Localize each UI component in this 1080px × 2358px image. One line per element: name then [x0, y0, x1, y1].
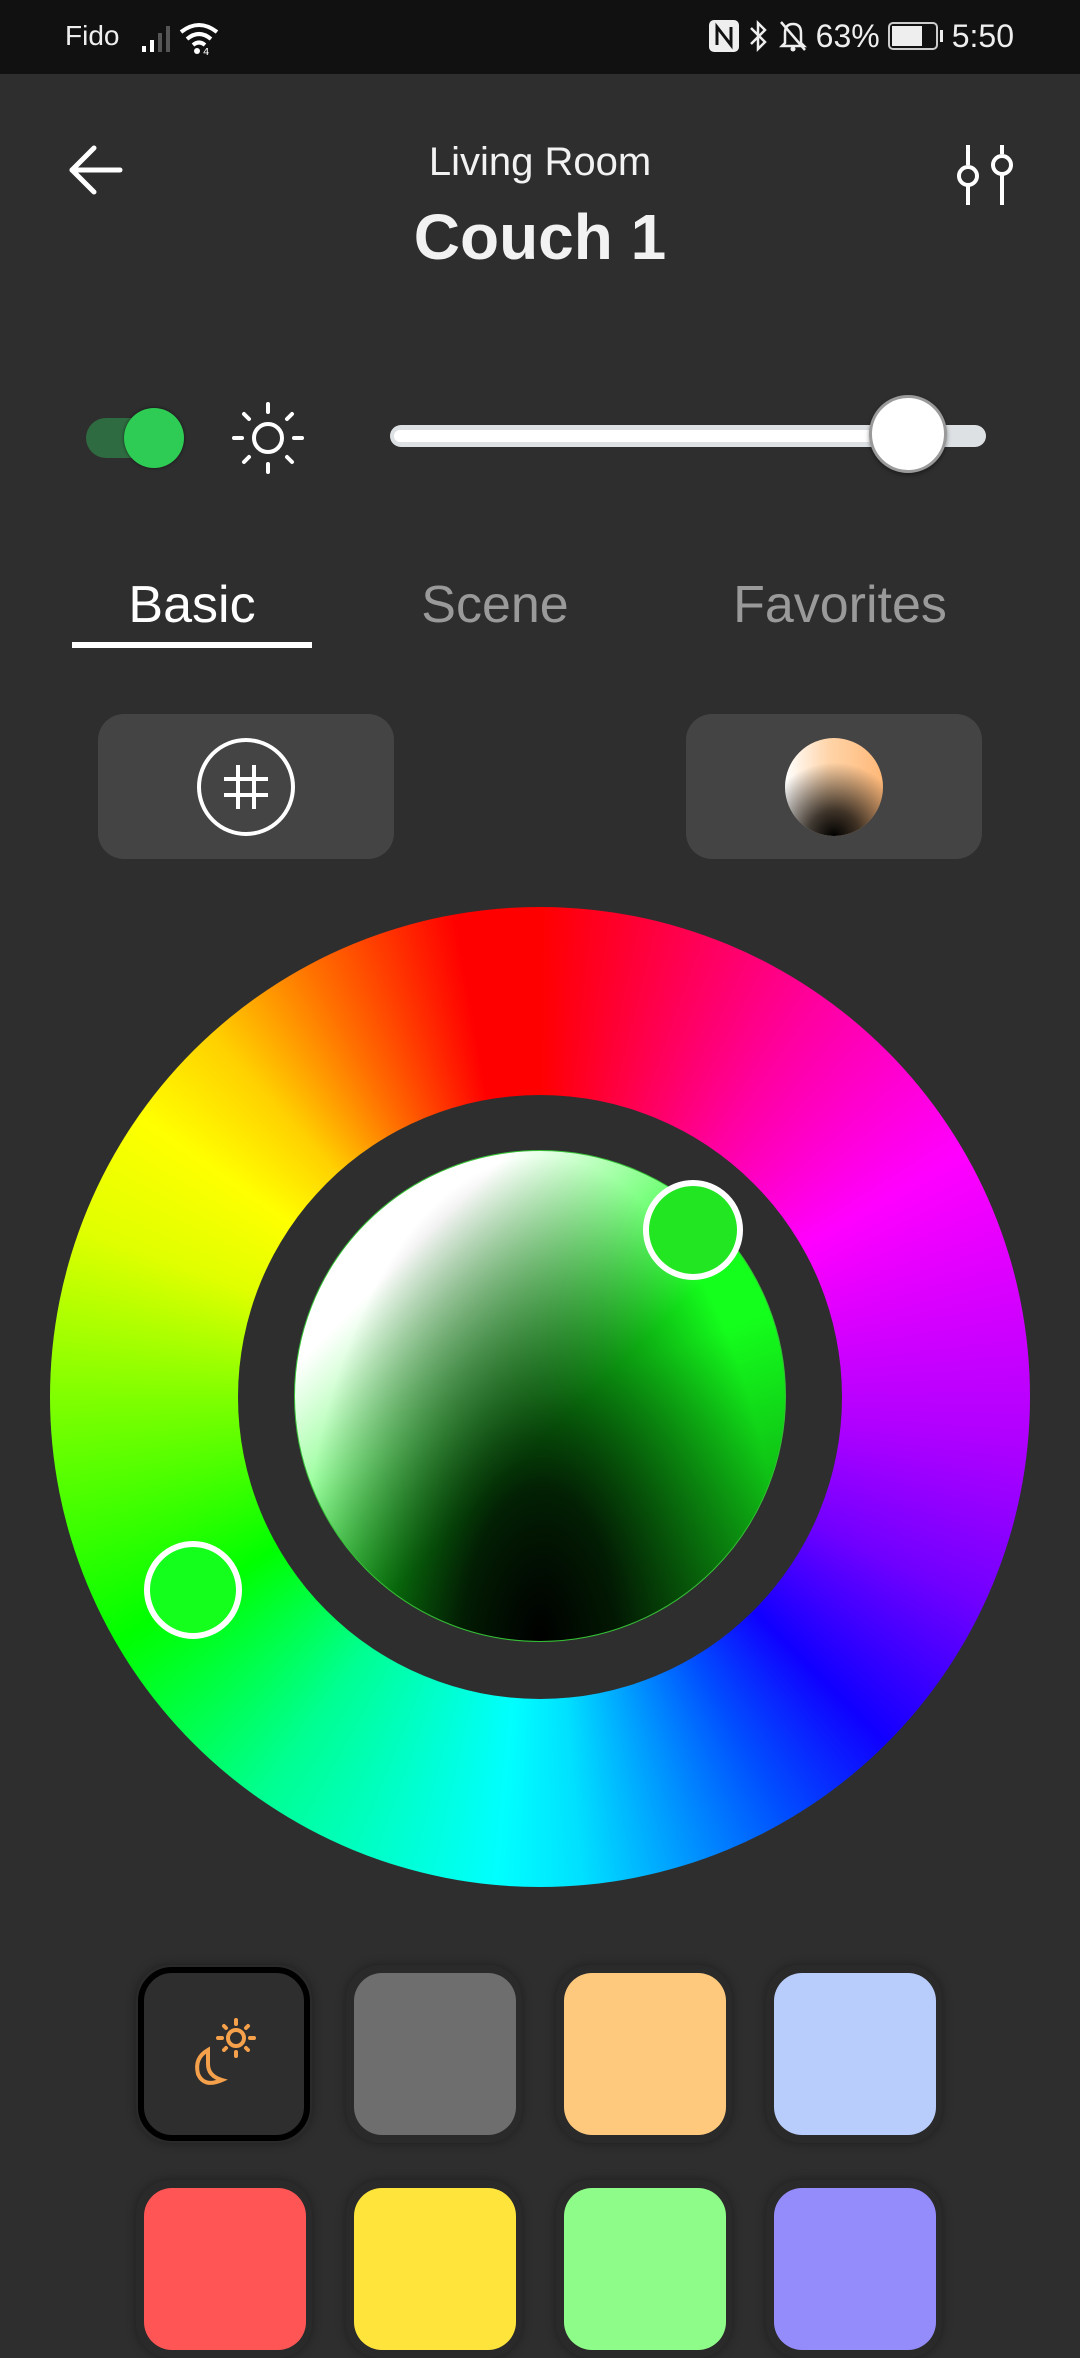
sliders-icon: [957, 145, 1013, 205]
preset-swatch[interactable]: [556, 1965, 732, 2143]
color-handle[interactable]: [643, 1180, 743, 1280]
preset-color: [564, 1973, 726, 2135]
bluetooth-icon: [749, 19, 767, 53]
preset-color: [774, 1973, 936, 2135]
preset-swatch[interactable]: [346, 2180, 522, 2358]
device-settings-button[interactable]: [950, 140, 1020, 210]
nfc-icon: [708, 20, 739, 52]
day-night-icon: [195, 2018, 256, 2085]
preset-color: [564, 2188, 726, 2350]
preset-color: [354, 2188, 516, 2350]
color-grid-mode-button[interactable]: [98, 714, 394, 859]
preset-color: [354, 1973, 516, 2135]
brightness-slider-thumb[interactable]: [869, 395, 948, 473]
power-toggle-knob: [124, 408, 184, 468]
brightness-slider[interactable]: [390, 395, 986, 473]
tab-favorites[interactable]: Favorites: [700, 575, 980, 635]
wifi-icon: 4: [179, 23, 219, 56]
white-temperature-mode-button[interactable]: [686, 714, 982, 859]
device-name: Couch 1: [413, 201, 667, 273]
brightness-slider-fill: [394, 430, 909, 442]
status-bar: Fido 4 63% 5:50: [0, 0, 1080, 74]
battery-percent: 63%: [815, 17, 880, 54]
svg-text:4: 4: [203, 47, 209, 56]
sphere-icon: [785, 737, 883, 836]
battery-icon: [887, 22, 943, 50]
room-name: Living Room: [428, 140, 652, 184]
power-toggle[interactable]: [86, 408, 184, 468]
preset-swatch[interactable]: [136, 2180, 312, 2358]
color-picker: [50, 907, 1030, 1887]
clock: 5:50: [951, 17, 1014, 54]
preset-swatch[interactable]: [556, 2180, 732, 2358]
hue-handle[interactable]: [144, 1541, 242, 1639]
bell-off-icon: [778, 21, 807, 52]
signal-icon: [142, 26, 170, 52]
hash-circle-icon: [197, 737, 295, 836]
preset-color: [144, 2188, 306, 2350]
tab-scene[interactable]: Scene: [380, 575, 610, 635]
preset-swatch-icon-tile: [138, 1967, 310, 2141]
preset-swatch[interactable]: [346, 1965, 522, 2143]
sun-icon: [232, 402, 304, 474]
status-right: 63% 5:50: [708, 16, 1014, 56]
preset-color: [774, 2188, 936, 2350]
active-tab-indicator: [72, 642, 312, 648]
carrier-label: Fido: [65, 20, 120, 51]
preset-swatch[interactable]: [766, 2180, 942, 2358]
preset-swatch[interactable]: [766, 1965, 942, 2143]
tab-basic[interactable]: Basic: [72, 575, 312, 635]
preset-day-night[interactable]: [136, 1965, 312, 2143]
